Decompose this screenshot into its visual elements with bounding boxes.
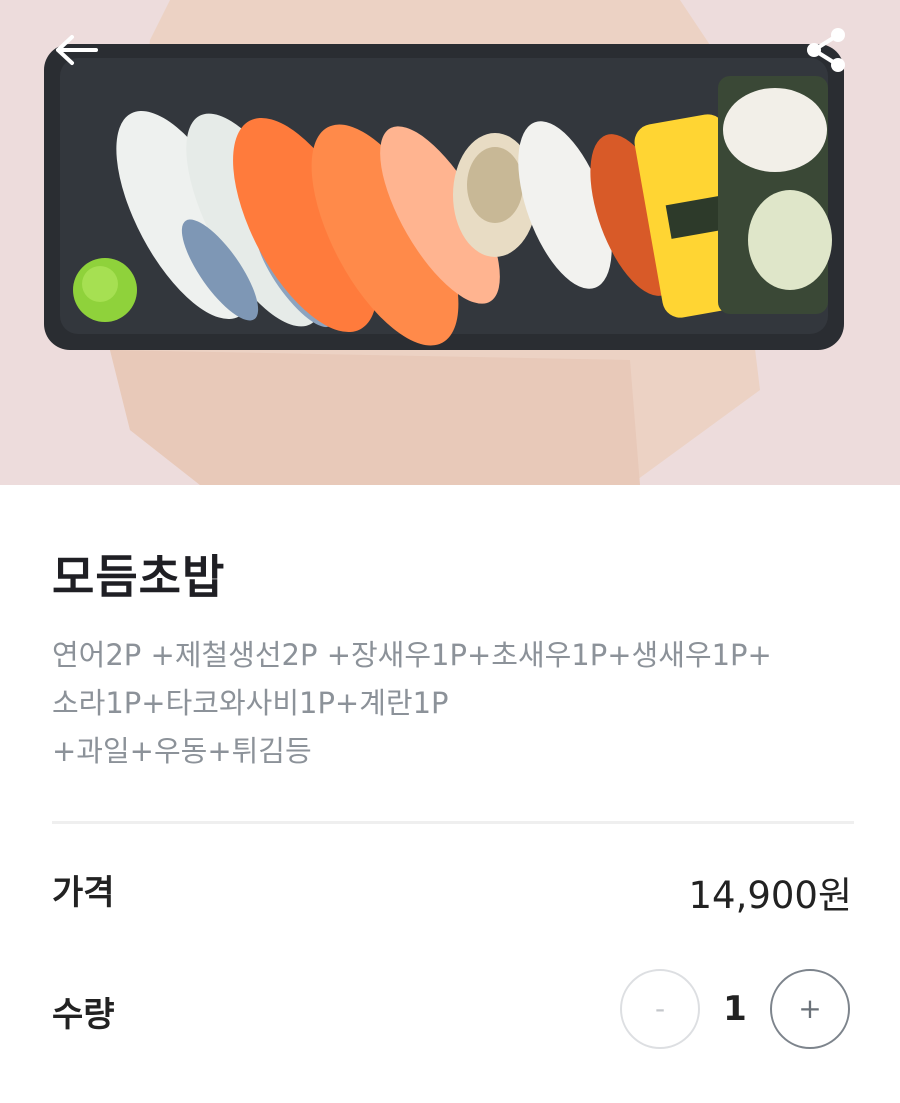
share-icon — [807, 28, 845, 72]
decrease-quantity-button[interactable]: - — [620, 969, 700, 1049]
quantity-value: 1 — [723, 989, 747, 1029]
back-button[interactable] — [48, 22, 104, 78]
price-label: 가격 — [52, 873, 115, 913]
description-line: +과일+우동+튀김등 — [52, 734, 312, 768]
quantity-label: 수량 — [52, 995, 115, 1035]
increase-quantity-button[interactable]: + — [770, 969, 850, 1049]
description-line: 소라1P+타코와사비1P+계란1P — [52, 686, 449, 720]
share-button[interactable] — [798, 22, 854, 78]
product-title: 모듬초밥 — [52, 550, 226, 604]
sushi-plate-photo — [0, 0, 900, 485]
product-image — [0, 0, 900, 485]
description-line: 연어2P +제철생선2P +장새우1P+초새우1P+생새우1P+ — [52, 638, 772, 672]
minus-icon: - — [654, 992, 666, 1025]
price-value: 14,900원 — [688, 874, 852, 917]
plus-icon: + — [798, 992, 822, 1025]
arrow-left-icon — [56, 35, 98, 65]
product-description: 연어2P +제철생선2P +장새우1P+초새우1P+생새우1P+ 소라1P+타코… — [52, 631, 862, 775]
divider — [52, 821, 854, 824]
